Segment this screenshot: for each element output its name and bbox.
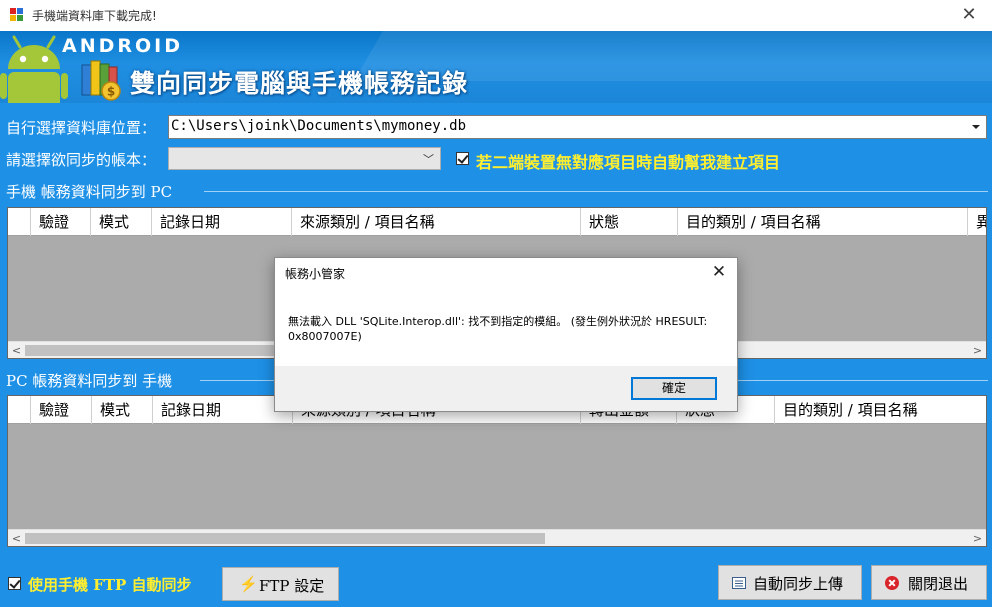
grid-header: 驗證 模式 記錄日期 來源類別 / 項目名稱 狀態 目的類別 / 項目名稱 異 [8, 208, 986, 236]
svg-text:$: $ [107, 85, 115, 99]
scroll-right-icon[interactable]: > [969, 531, 986, 546]
ftp-sync-checkbox[interactable] [8, 577, 21, 590]
window-title: 手機端資料庫下載完成! [32, 9, 157, 23]
auto-upload-label: 自動同步上傳 [753, 575, 844, 593]
header-banner: ANDROID $ 雙向同步電腦與手機帳務記錄 [0, 31, 992, 103]
close-exit-label: 關閉退出 [908, 575, 969, 593]
dialog-message: 無法載入 DLL 'SQLite.Interop.dll': 找不到指定的模組。… [288, 315, 708, 343]
scroll-left-icon[interactable]: < [8, 531, 25, 546]
db-path-combobox[interactable]: C:\Users\joink\Documents\mymoney.db [168, 115, 987, 139]
bottom-toolbar: 使用手機 FTP 自動同步 ⚡ FTP 設定 自動同步上傳 關閉退出 [0, 560, 992, 607]
red-x-circle-icon [885, 576, 899, 590]
account-label: 請選擇欲同步的帳本： [6, 151, 157, 169]
dialog-ok-button[interactable]: 確定 [631, 377, 717, 400]
column-header-date[interactable]: 記錄日期 [152, 208, 292, 236]
column-header-status[interactable]: 狀態 [581, 208, 678, 236]
column-header-date[interactable]: 記錄日期 [153, 396, 293, 424]
divider [204, 191, 988, 192]
column-header-source[interactable]: 來源類別 / 項目名稱 [292, 208, 581, 236]
lightning-icon: ⚡ [239, 575, 258, 593]
column-header-target[interactable]: 目的類別 / 項目名稱 [678, 208, 968, 236]
column-header-verify[interactable]: 驗證 [31, 396, 92, 424]
window-titlebar: 手機端資料庫下載完成! ✕ [0, 0, 992, 31]
banner-title: 雙向同步電腦與手機帳務記錄 [130, 69, 469, 98]
row-header-cell [8, 208, 31, 236]
window-close-button[interactable]: ✕ [946, 0, 992, 31]
column-header-target[interactable]: 目的類別 / 項目名稱 [775, 396, 986, 424]
error-dialog: 帳務小管家 ✕ 無法載入 DLL 'SQLite.Interop.dll': 找… [274, 257, 738, 412]
row-header-cell [8, 396, 31, 424]
scrollbar-thumb[interactable] [25, 345, 300, 356]
ftp-settings-label: FTP 設定 [259, 577, 325, 595]
ftp-sync-label[interactable]: 使用手機 FTP 自動同步 [28, 574, 192, 595]
column-header-verify[interactable]: 驗證 [31, 208, 91, 236]
column-header-diff[interactable]: 異 [968, 208, 986, 236]
auto-create-checkbox[interactable] [456, 152, 469, 165]
phone-to-pc-section-title: 手機 帳務資料同步到 PC [6, 183, 173, 201]
books-money-icon: $ [81, 60, 121, 101]
pc-to-phone-grid[interactable]: 驗證 模式 記錄日期 來源類別 / 項目名稱 轉出金額 狀態 目的類別 / 項目… [7, 395, 987, 547]
scrollbar-thumb[interactable] [25, 533, 545, 544]
chevron-down-icon[interactable]: ﹀ [423, 151, 434, 167]
auto-upload-button[interactable]: 自動同步上傳 [718, 565, 862, 600]
account-select[interactable]: ﹀ [168, 147, 441, 170]
pc-to-phone-section-title: PC 帳務資料同步到 手機 [6, 372, 173, 390]
android-wordmark: ANDROID [62, 35, 184, 57]
dialog-footer: 確定 [275, 366, 737, 411]
close-exit-button[interactable]: 關閉退出 [871, 565, 987, 600]
dialog-close-button[interactable]: ✕ [701, 258, 737, 286]
auto-create-label[interactable]: 若二端裝置無對應項目時自動幫我建立項目 [476, 149, 780, 173]
app-window-icon [10, 8, 24, 22]
scroll-right-icon[interactable]: > [969, 343, 986, 358]
ftp-settings-button[interactable]: ⚡ FTP 設定 [222, 567, 339, 601]
scroll-left-icon[interactable]: < [8, 343, 25, 358]
dialog-title: 帳務小管家 [285, 267, 346, 281]
horizontal-scrollbar[interactable]: < > [8, 529, 986, 546]
column-header-mode[interactable]: 模式 [91, 208, 152, 236]
column-header-mode[interactable]: 模式 [92, 396, 153, 424]
list-icon [732, 577, 746, 589]
dropdown-arrow-icon[interactable] [972, 125, 980, 129]
db-path-value: C:\Users\joink\Documents\mymoney.db [171, 118, 467, 134]
db-location-label: 自行選擇資料庫位置： [6, 119, 157, 137]
